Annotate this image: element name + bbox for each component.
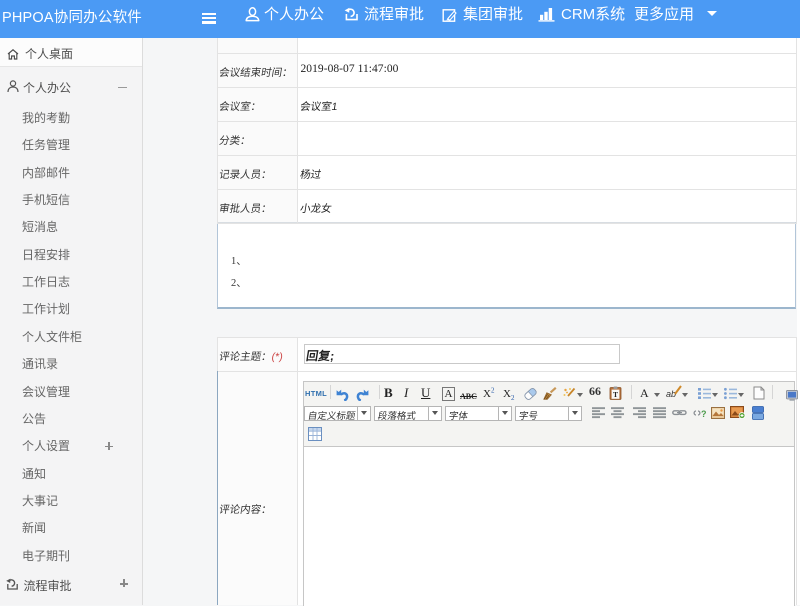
svg-text:T: T — [613, 390, 618, 399]
svg-text:?: ? — [701, 409, 706, 419]
